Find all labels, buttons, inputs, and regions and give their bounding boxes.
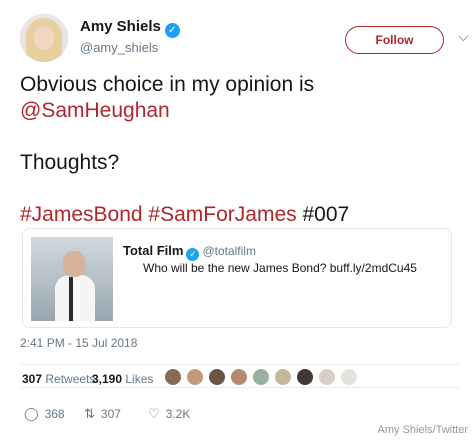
- reply-action[interactable]: ◯ 368: [24, 406, 65, 422]
- chevron-down-icon[interactable]: ⌵: [458, 28, 469, 45]
- quoted-tweet-text: Who will be the new James Bond? buff.ly/…: [143, 261, 417, 275]
- tweet-text: Obvious choice in my opinion is @SamHeug…: [20, 72, 460, 228]
- avatar[interactable]: [20, 14, 68, 62]
- retweets-stat[interactable]: 307 Retweets: [22, 372, 95, 386]
- liker-avatar[interactable]: [296, 368, 314, 386]
- likes-stat[interactable]: 3,190 Likes: [92, 372, 153, 386]
- hashtag-link[interactable]: #SamForJames: [148, 203, 296, 226]
- retweet-icon: ⇅: [84, 406, 95, 421]
- liker-avatar[interactable]: [252, 368, 270, 386]
- tweet-actions: ◯ 368 ⇅ 307 ♡ 3.2K: [20, 404, 320, 424]
- tweet-line: Thoughts?: [20, 151, 120, 174]
- liker-avatar[interactable]: [164, 368, 182, 386]
- reply-icon: ◯: [24, 406, 39, 421]
- author-name[interactable]: Amy Shiels: [80, 18, 161, 35]
- liker-avatar[interactable]: [208, 368, 226, 386]
- heart-icon: ♡: [148, 406, 160, 421]
- quoted-author-handle: @totalfilm: [202, 244, 256, 258]
- image-credit: Amy Shiels/Twitter: [377, 424, 468, 436]
- liker-avatar[interactable]: [230, 368, 248, 386]
- follow-button[interactable]: Follow: [345, 26, 444, 54]
- verified-icon: ✓: [186, 248, 200, 261]
- like-action[interactable]: ♡ 3.2K: [148, 406, 190, 422]
- retweets-label: Retweets: [45, 372, 96, 386]
- retweets-count: 307: [22, 372, 43, 386]
- tweet-line: Obvious choice in my opinion is: [20, 73, 315, 96]
- hashtag-row: #JamesBond #SamForJames #007: [20, 202, 460, 228]
- quoted-author: Total Film ✓ @totalfilm: [123, 243, 256, 261]
- quoted-tweet[interactable]: Total Film ✓ @totalfilm Who will be the ne…: [22, 228, 452, 328]
- hashtag-link[interactable]: #JamesBond: [20, 203, 143, 226]
- liker-avatar[interactable]: [318, 368, 336, 386]
- verified-icon: ✓: [164, 23, 180, 38]
- liker-avatar[interactable]: [340, 368, 358, 386]
- liker-avatar[interactable]: [274, 368, 292, 386]
- engagement-stats: 307 Retweets 3,190 Likes: [20, 364, 460, 388]
- reply-count: 368: [44, 407, 65, 421]
- timestamp[interactable]: 2:41 PM - 15 Jul 2018: [20, 336, 137, 350]
- likes-count: 3,190: [92, 372, 123, 386]
- liker-avatar[interactable]: [186, 368, 204, 386]
- likes-label: Likes: [125, 372, 154, 386]
- retweet-count: 307: [100, 407, 121, 421]
- tweet-header: Amy Shiels ✓ @amy_shiels Follow ⌵: [20, 14, 469, 62]
- like-count: 3.2K: [165, 407, 191, 421]
- quoted-author-name: Total Film: [123, 243, 184, 258]
- author-name-row[interactable]: Amy Shiels ✓: [80, 18, 180, 38]
- quoted-tweet-image: [31, 237, 113, 321]
- hashtag-text[interactable]: #007: [302, 203, 349, 226]
- author-handle[interactable]: @amy_shiels: [80, 40, 158, 55]
- mention-link[interactable]: @SamHeughan: [20, 98, 460, 124]
- retweet-action[interactable]: ⇅ 307: [84, 406, 121, 422]
